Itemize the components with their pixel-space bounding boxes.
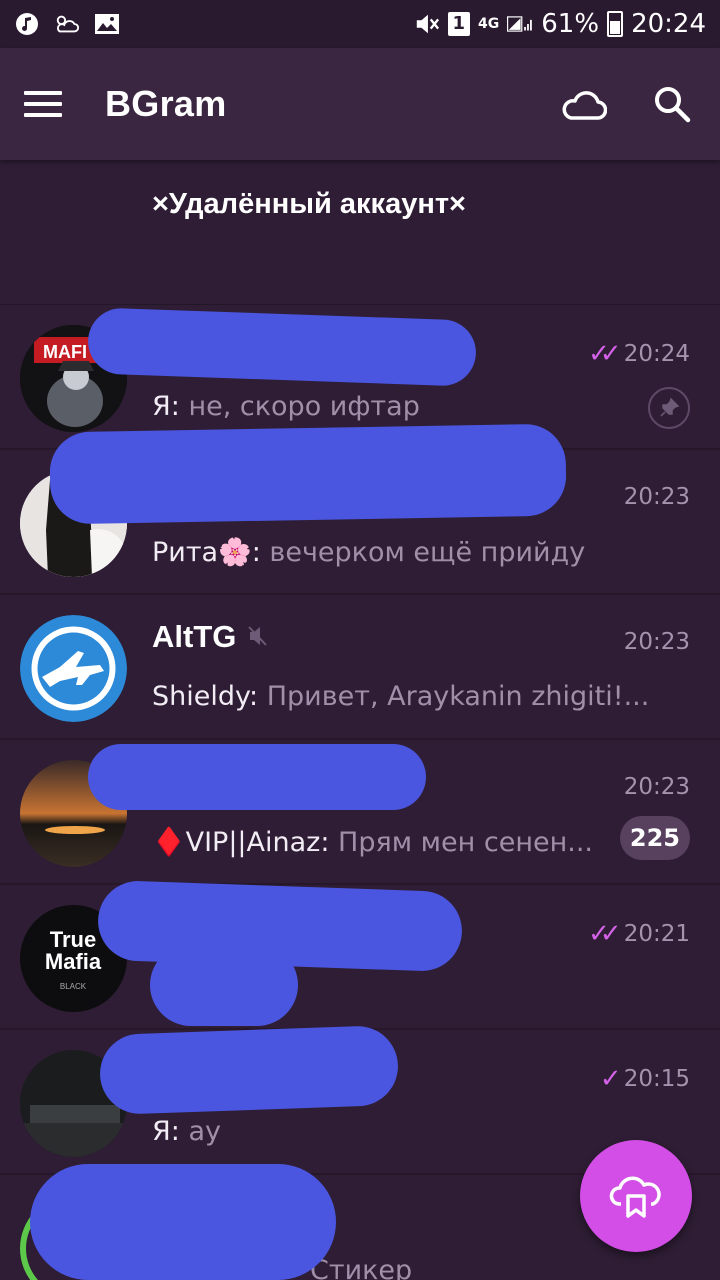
- redaction-scribble: [49, 423, 567, 525]
- cloud-icon[interactable]: [560, 80, 608, 128]
- unread-badge: 225: [619, 816, 690, 860]
- mute-icon: [414, 11, 440, 37]
- chat-preview: Я: не, скоро ифтар: [152, 391, 420, 422]
- menu-icon[interactable]: [24, 91, 62, 117]
- avatar: [20, 615, 127, 722]
- chat-name: AltTG: [152, 619, 268, 655]
- chat-time: ✓✓ 20:24: [588, 339, 690, 369]
- redaction-scribble: [98, 1024, 400, 1116]
- chat-preview: Рита🌸: вечерком ещё прийду: [152, 537, 586, 568]
- deleted-account-title: ×Удалённый аккаунт×: [152, 188, 466, 220]
- chat-preview: Я: ау: [152, 1116, 221, 1147]
- weather-icon: [54, 11, 80, 37]
- chat-time: ✓✓ 20:21: [588, 919, 690, 949]
- chat-row[interactable]: AltTG 20:23 Shieldy: Привет, Araykanin z…: [0, 595, 720, 740]
- cloud-bookmark-button[interactable]: [580, 1140, 692, 1252]
- double-check-icon: ✓✓: [588, 339, 621, 369]
- app-bar: BGram: [0, 48, 720, 160]
- cloud-bookmark-icon: [609, 1170, 663, 1222]
- redaction-scribble: [150, 944, 298, 1026]
- network-type: 4G: [478, 16, 500, 32]
- chat-time: 20:23: [623, 629, 690, 655]
- chat-time: ✓ 20:15: [599, 1064, 690, 1094]
- battery-icon: [607, 11, 624, 37]
- chat-preview: ♦️VIP||Ainaz: Прям мен сенен...: [152, 827, 593, 858]
- svg-text:Mafia: Mafia: [45, 949, 102, 974]
- muted-icon: [248, 619, 268, 655]
- music-icon: [14, 11, 40, 37]
- chat-time: 20:23: [623, 774, 690, 800]
- status-time: 20:24: [631, 9, 706, 39]
- redaction-scribble: [86, 307, 478, 387]
- pin-icon: [648, 387, 690, 429]
- app-title: BGram: [105, 83, 227, 124]
- double-check-icon: ✓✓: [588, 919, 621, 949]
- image-icon: [94, 11, 120, 37]
- search-icon[interactable]: [648, 80, 696, 128]
- status-bar: 1 4G 61% 20:24: [0, 0, 720, 48]
- check-icon: ✓: [599, 1064, 622, 1094]
- svg-text:BLACK: BLACK: [60, 982, 87, 991]
- chat-preview: Shieldy: Привет, Araykanin zhigiti!...: [152, 681, 650, 712]
- redaction-scribble: [88, 744, 426, 810]
- redaction-scribble: [30, 1164, 336, 1280]
- signal-icon: [507, 11, 533, 37]
- svg-text:MAFI: MAFI: [43, 342, 87, 362]
- battery-percent: 61%: [541, 9, 600, 39]
- chat-preview: Стикер: [310, 1255, 413, 1280]
- sim-indicator: 1: [447, 12, 471, 36]
- chat-time: 20:23: [623, 484, 690, 510]
